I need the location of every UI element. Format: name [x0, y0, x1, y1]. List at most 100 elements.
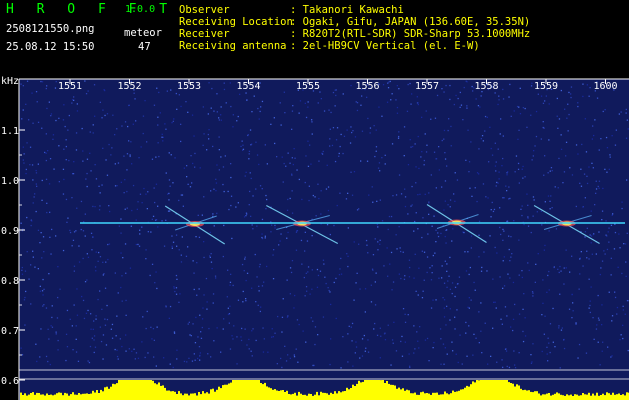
noise-dot: [108, 205, 110, 207]
location-value: : Ogaki, Gifu, JAPAN (136.60E, 35.35N): [290, 16, 531, 28]
noise-dot: [481, 266, 483, 269]
noise-dot: [549, 351, 551, 354]
noise-dot: [73, 270, 75, 272]
noise-dot: [31, 92, 33, 94]
noise-dot: [157, 226, 159, 228]
noise-dot: [259, 263, 261, 266]
noise-dot: [322, 259, 325, 261]
noise-dot: [350, 171, 352, 173]
noise-dot: [29, 146, 32, 148]
noise-dot: [335, 277, 337, 280]
noise-dot: [363, 334, 365, 337]
noise-dot: [409, 266, 411, 269]
noise-dot: [211, 87, 213, 90]
noise-dot: [413, 277, 415, 279]
noise-dot: [595, 328, 598, 330]
noise-dot: [85, 93, 88, 95]
noise-dot: [422, 290, 424, 292]
noise-dot: [475, 98, 477, 100]
noise-dot: [101, 308, 103, 310]
noise-dot: [424, 133, 426, 135]
noise-dot: [76, 314, 79, 316]
noise-dot: [92, 124, 94, 126]
noise-dot: [102, 147, 104, 149]
noise-dot: [65, 139, 67, 141]
spectrum-bin: [502, 380, 504, 400]
noise-dot: [438, 277, 440, 279]
noise-dot: [411, 185, 413, 188]
noise-dot: [546, 291, 548, 293]
noise-dot: [41, 179, 43, 182]
noise-dot: [75, 149, 78, 151]
noise-dot: [246, 272, 249, 274]
noise-dot: [507, 171, 509, 173]
spectrum-bin: [464, 387, 466, 400]
noise-dot: [540, 138, 542, 140]
spectrum-bin: [88, 394, 90, 400]
noise-dot: [242, 290, 244, 293]
noise-dot: [557, 127, 559, 129]
noise-dot: [233, 325, 235, 327]
noise-dot: [230, 176, 232, 179]
noise-dot: [354, 352, 356, 354]
noise-dot: [244, 258, 246, 260]
noise-dot: [183, 167, 185, 169]
spectrum-bin: [574, 394, 576, 400]
noise-dot: [409, 139, 411, 141]
spectrum-bin: [56, 393, 58, 400]
spectrum-bin: [568, 395, 570, 400]
noise-dot: [249, 172, 251, 174]
spectrum-bin: [520, 388, 522, 400]
noise-dot: [432, 254, 434, 257]
spectrum-bin: [472, 381, 474, 400]
noise-dot: [98, 185, 100, 187]
noise-dot: [575, 323, 577, 325]
spectrum-bin: [410, 393, 412, 400]
spectrum-bin: [156, 384, 158, 400]
noise-dot: [51, 326, 54, 328]
spectrum-bin: [558, 393, 560, 400]
noise-dot: [415, 212, 417, 214]
spectrum-bin: [60, 392, 62, 400]
noise-dot: [285, 360, 288, 362]
noise-dot: [295, 249, 298, 251]
noise-dot: [213, 188, 215, 190]
spectrum-bin: [78, 393, 80, 400]
noise-dot: [526, 193, 528, 195]
noise-dot: [286, 237, 288, 239]
noise-dot: [386, 247, 388, 249]
noise-dot: [483, 251, 485, 253]
noise-dot: [131, 163, 133, 165]
noise-dot: [138, 157, 140, 159]
noise-dot: [518, 274, 520, 276]
noise-dot: [35, 183, 37, 185]
noise-dot: [418, 167, 420, 170]
noise-dot: [579, 273, 581, 275]
noise-dot: [39, 356, 41, 358]
noise-dot: [205, 277, 208, 280]
noise-dot: [572, 310, 574, 312]
noise-dot: [601, 304, 603, 306]
noise-dot: [289, 197, 291, 200]
spectrum-bin: [70, 394, 72, 400]
spectrum-bin: [338, 391, 340, 400]
noise-dot: [208, 82, 210, 84]
noise-dot: [297, 361, 299, 363]
noise-dot: [237, 115, 239, 118]
noise-dot: [259, 110, 261, 113]
noise-dot: [586, 175, 588, 177]
noise-dot: [293, 354, 295, 356]
noise-dot: [138, 245, 141, 247]
noise-dot: [31, 220, 33, 222]
noise-dot: [421, 250, 423, 252]
noise-dot: [424, 193, 426, 195]
spectrum-bin: [390, 384, 392, 400]
noise-dot: [560, 270, 562, 272]
spectrum-bin: [412, 393, 414, 400]
noise-dot: [373, 328, 375, 330]
noise-dot: [273, 117, 275, 119]
noise-dot: [468, 161, 471, 163]
noise-dot: [365, 239, 368, 242]
noise-dot: [336, 127, 339, 129]
spectrum-bin: [456, 391, 458, 400]
